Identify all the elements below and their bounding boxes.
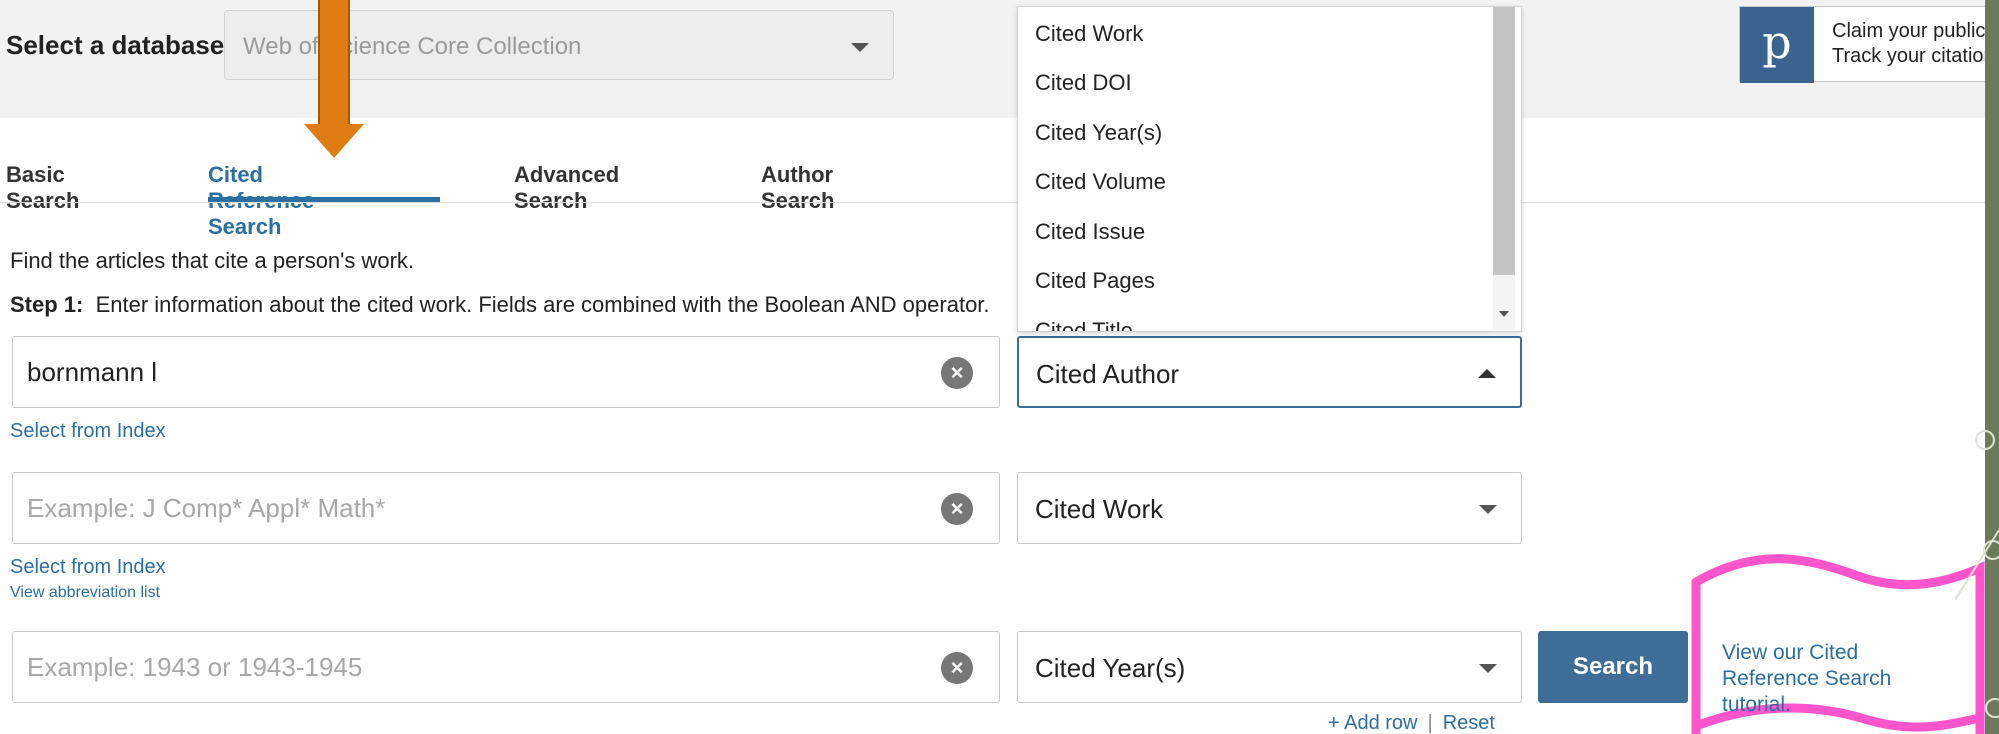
clear-icon[interactable]: × — [941, 493, 973, 525]
add-row-link[interactable]: + Add row — [1328, 712, 1418, 734]
field-select-cited-work[interactable]: Cited Work — [1017, 472, 1522, 544]
dropdown-scrollbar[interactable] — [1493, 7, 1515, 329]
clear-icon[interactable]: × — [941, 652, 973, 684]
dropdown-option-cited-title[interactable]: Cited Title — [1035, 318, 1133, 331]
field-select-value: Cited Author — [1036, 359, 1180, 389]
reset-link[interactable]: Reset — [1443, 712, 1495, 734]
chevron-down-icon — [1479, 505, 1497, 514]
chevron-down-icon — [1479, 664, 1497, 673]
chevron-up-icon — [1478, 369, 1496, 378]
view-abbreviation-list-link[interactable]: View abbreviation list — [10, 584, 160, 602]
cited-author-input[interactable]: bornmann l × — [12, 336, 1000, 408]
publons-text: Claim your publications Track your citat… — [1832, 19, 1985, 69]
tabs-divider — [0, 202, 1985, 203]
publons-logo: p — [1740, 7, 1814, 83]
tab-advanced-search[interactable]: Advanced Search — [514, 162, 619, 214]
tab-basic-search[interactable]: Basic Search — [6, 162, 79, 214]
step-instructions: Step 1: Enter information about the cite… — [10, 292, 1010, 318]
cited-author-value: bornmann l — [27, 357, 158, 387]
dropdown-option-cited-issue[interactable]: Cited Issue — [1035, 219, 1145, 245]
row-actions: + Add row | Reset — [1328, 712, 1495, 734]
wos-search-page: Select a database Web of Science Core Co… — [0, 0, 1985, 734]
field-dropdown-list: Cited Work Cited DOI Cited Year(s) Cited… — [1017, 6, 1522, 332]
cited-work-placeholder: Example: J Comp* Appl* Math* — [27, 493, 386, 523]
field-select-value: Cited Year(s) — [1035, 653, 1186, 683]
dropdown-option-cited-years[interactable]: Cited Year(s) — [1035, 120, 1162, 146]
dropdown-option-cited-pages[interactable]: Cited Pages — [1035, 268, 1155, 294]
select-from-index-link-2[interactable]: Select from Index — [10, 556, 166, 579]
step-label: Step 1: — [10, 292, 84, 317]
dropdown-option-cited-volume[interactable]: Cited Volume — [1035, 169, 1166, 195]
publons-line-2: Track your citations — [1832, 45, 1985, 67]
clear-icon[interactable]: × — [941, 357, 973, 389]
intro-text: Find the articles that cite a person's w… — [10, 248, 415, 273]
dropdown-option-cited-doi[interactable]: Cited DOI — [1035, 70, 1132, 96]
search-button[interactable]: Search — [1538, 631, 1688, 703]
cited-work-input[interactable]: Example: J Comp* Appl* Math* × — [12, 472, 1000, 544]
tab-author-search[interactable]: Author Search — [761, 162, 834, 214]
dropdown-scroll-thumb[interactable] — [1493, 7, 1515, 275]
field-select-cited-author[interactable]: Cited Author — [1017, 336, 1522, 408]
scroll-down-icon[interactable] — [1499, 311, 1509, 317]
field-select-value: Cited Work — [1035, 494, 1164, 524]
tutorial-link[interactable]: View our Cited Reference Search tutorial… — [1722, 640, 1952, 718]
publons-line-1: Claim your publications — [1832, 20, 1985, 42]
pointer-arrow-shaft — [318, 0, 350, 124]
pointer-arrow-head — [304, 124, 364, 158]
database-label: Select a database — [6, 30, 225, 60]
background-decoration — [1955, 430, 1999, 718]
field-select-cited-year[interactable]: Cited Year(s) — [1017, 631, 1522, 703]
cited-year-placeholder: Example: 1943 or 1943-1945 — [27, 652, 363, 682]
database-selected-value: Web of Science Core Collection — [243, 33, 582, 60]
chevron-down-icon — [851, 43, 869, 52]
cited-year-input[interactable]: Example: 1943 or 1943-1945 × — [12, 631, 1000, 703]
select-from-index-link-1[interactable]: Select from Index — [10, 420, 166, 443]
step-text: Enter information about the cited work. … — [95, 292, 990, 317]
link-separator: | — [1427, 712, 1433, 734]
publons-promo[interactable]: p Claim your publications Track your cit… — [1739, 6, 1985, 83]
dropdown-option-cited-work[interactable]: Cited Work — [1035, 21, 1143, 47]
